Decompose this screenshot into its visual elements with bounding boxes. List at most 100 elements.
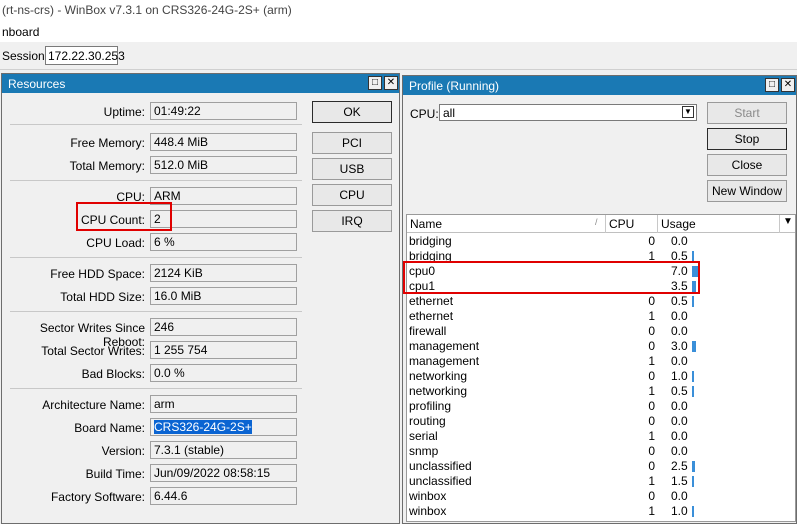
- table-row[interactable]: winbox 1 1.0: [407, 504, 795, 519]
- row-usage: 0.0: [671, 489, 688, 503]
- field-label: Free HDD Space:: [50, 267, 145, 281]
- field-value[interactable]: arm: [150, 395, 297, 413]
- maximize-icon[interactable]: □: [765, 78, 779, 92]
- column-name[interactable]: Name: [410, 217, 442, 231]
- field-value[interactable]: 1 255 754: [150, 341, 297, 359]
- field-value[interactable]: 7.3.1 (stable): [150, 441, 297, 459]
- close-button[interactable]: Close: [707, 154, 787, 176]
- profile-title[interactable]: Profile (Running): [403, 76, 796, 95]
- row-name: winbox: [409, 489, 447, 503]
- maximize-icon[interactable]: □: [368, 76, 382, 90]
- cpu-select[interactable]: all ▼: [439, 104, 697, 121]
- start-button[interactable]: Start: [707, 102, 787, 124]
- field-value[interactable]: 2124 KiB: [150, 264, 297, 282]
- field-value-text: 448.4 MiB: [154, 135, 209, 149]
- row-name: management: [409, 354, 480, 368]
- session-input[interactable]: 172.22.30.253: [45, 46, 125, 65]
- field-value[interactable]: 6.44.6: [150, 487, 297, 505]
- resources-title[interactable]: Resources: [2, 74, 399, 93]
- field-value[interactable]: 448.4 MiB: [150, 133, 297, 151]
- row-usage: 0.0: [671, 354, 688, 368]
- table-row[interactable]: networking 0 1.0: [407, 369, 795, 384]
- table-row[interactable]: unclassified 1 1.5: [407, 474, 795, 489]
- sort-icon: /: [595, 217, 598, 227]
- cpu-count-highlight: [76, 202, 172, 231]
- cpu-button[interactable]: CPU: [312, 184, 392, 206]
- row-cpu: 1: [648, 309, 655, 323]
- table-header: Name / CPU Usage ▼: [407, 215, 795, 233]
- row-name: profiling: [409, 399, 452, 413]
- row-usage: 0.0: [671, 444, 688, 458]
- field-value[interactable]: 246: [150, 318, 297, 336]
- ok-button[interactable]: OK: [312, 101, 392, 123]
- row-name: routing: [409, 414, 446, 428]
- irq-button[interactable]: IRQ: [312, 210, 392, 232]
- column-cpu[interactable]: CPU: [609, 217, 634, 231]
- row-usage: 0.0: [671, 324, 688, 338]
- profile-window: Profile (Running) □ ✕ CPU: all ▼ Start S…: [402, 75, 797, 524]
- cpu-usage-highlight: [403, 261, 700, 294]
- usage-bar: [692, 296, 694, 307]
- new-window-button[interactable]: New Window: [707, 180, 787, 202]
- column-menu-icon[interactable]: ▼: [783, 216, 793, 227]
- field-value[interactable]: 6 %: [150, 233, 297, 251]
- table-row[interactable]: firewall 0 0.0: [407, 324, 795, 339]
- menu-bar[interactable]: nboard: [0, 22, 797, 42]
- cpu-label: CPU:: [410, 107, 439, 121]
- row-usage: 1.0: [671, 504, 688, 518]
- table-row[interactable]: profiling 0 0.0: [407, 399, 795, 414]
- field-value[interactable]: 2: [150, 210, 297, 228]
- field-value-text: ARM: [154, 189, 181, 203]
- field-label: Total HDD Size:: [60, 290, 145, 304]
- table-row[interactable]: snmp 0 0.0: [407, 444, 795, 459]
- field-value-text: 6 %: [154, 235, 175, 249]
- field-value[interactable]: 512.0 MiB: [150, 156, 297, 174]
- field-value[interactable]: 01:49:22: [150, 102, 297, 120]
- row-name: serial: [409, 429, 438, 443]
- pci-button[interactable]: PCI: [312, 132, 392, 154]
- stop-button[interactable]: Stop: [707, 128, 787, 150]
- table-row[interactable]: management 1 0.0: [407, 354, 795, 369]
- field-label: Architecture Name:: [42, 398, 145, 412]
- field-value-text: 246: [154, 320, 175, 334]
- close-icon[interactable]: ✕: [384, 76, 398, 90]
- row-cpu: 0: [648, 414, 655, 428]
- field-label: Free Memory:: [70, 136, 145, 150]
- field-value[interactable]: CRS326-24G-2S+: [150, 418, 297, 436]
- usage-bar: [692, 461, 695, 472]
- chevron-down-icon[interactable]: ▼: [682, 106, 694, 118]
- field-value-text: 2124 KiB: [154, 266, 203, 280]
- table-row[interactable]: management 0 3.0: [407, 339, 795, 354]
- field-label: Board Name:: [74, 421, 145, 435]
- field-value[interactable]: 16.0 MiB: [150, 287, 297, 305]
- usage-bar: [692, 371, 694, 382]
- row-name: networking: [409, 369, 468, 383]
- table-row[interactable]: unclassified 0 2.5: [407, 459, 795, 474]
- row-name: unclassified: [409, 459, 472, 473]
- session-label: Session:: [2, 49, 49, 63]
- row-cpu: 0: [648, 489, 655, 503]
- row-usage: 2.5: [671, 459, 688, 473]
- row-cpu: 1: [648, 384, 655, 398]
- column-usage[interactable]: Usage: [661, 217, 696, 231]
- table-row[interactable]: ethernet 1 0.0: [407, 309, 795, 324]
- field-value-text: 512.0 MiB: [154, 158, 209, 172]
- usb-button[interactable]: USB: [312, 158, 392, 180]
- resources-window: Resources □ ✕ Uptime: 01:49:22 Free Memory…: [1, 73, 400, 524]
- field-value-text: Jun/09/2022 08:58:15: [154, 466, 271, 480]
- table-row[interactable]: networking 1 0.5: [407, 384, 795, 399]
- row-usage: 1.5: [671, 474, 688, 488]
- field-value[interactable]: ARM: [150, 187, 297, 205]
- table-row[interactable]: serial 1 0.0: [407, 429, 795, 444]
- row-usage: 3.0: [671, 339, 688, 353]
- table-row[interactable]: bridging 0 0.0: [407, 234, 795, 249]
- field-label: Uptime:: [103, 105, 145, 119]
- usage-bar: [692, 476, 694, 487]
- close-icon[interactable]: ✕: [781, 78, 795, 92]
- row-cpu: 1: [648, 354, 655, 368]
- table-row[interactable]: winbox 0 0.0: [407, 489, 795, 504]
- table-row[interactable]: routing 0 0.0: [407, 414, 795, 429]
- field-value[interactable]: Jun/09/2022 08:58:15: [150, 464, 297, 482]
- table-row[interactable]: ethernet 0 0.5: [407, 294, 795, 309]
- field-value[interactable]: 0.0 %: [150, 364, 297, 382]
